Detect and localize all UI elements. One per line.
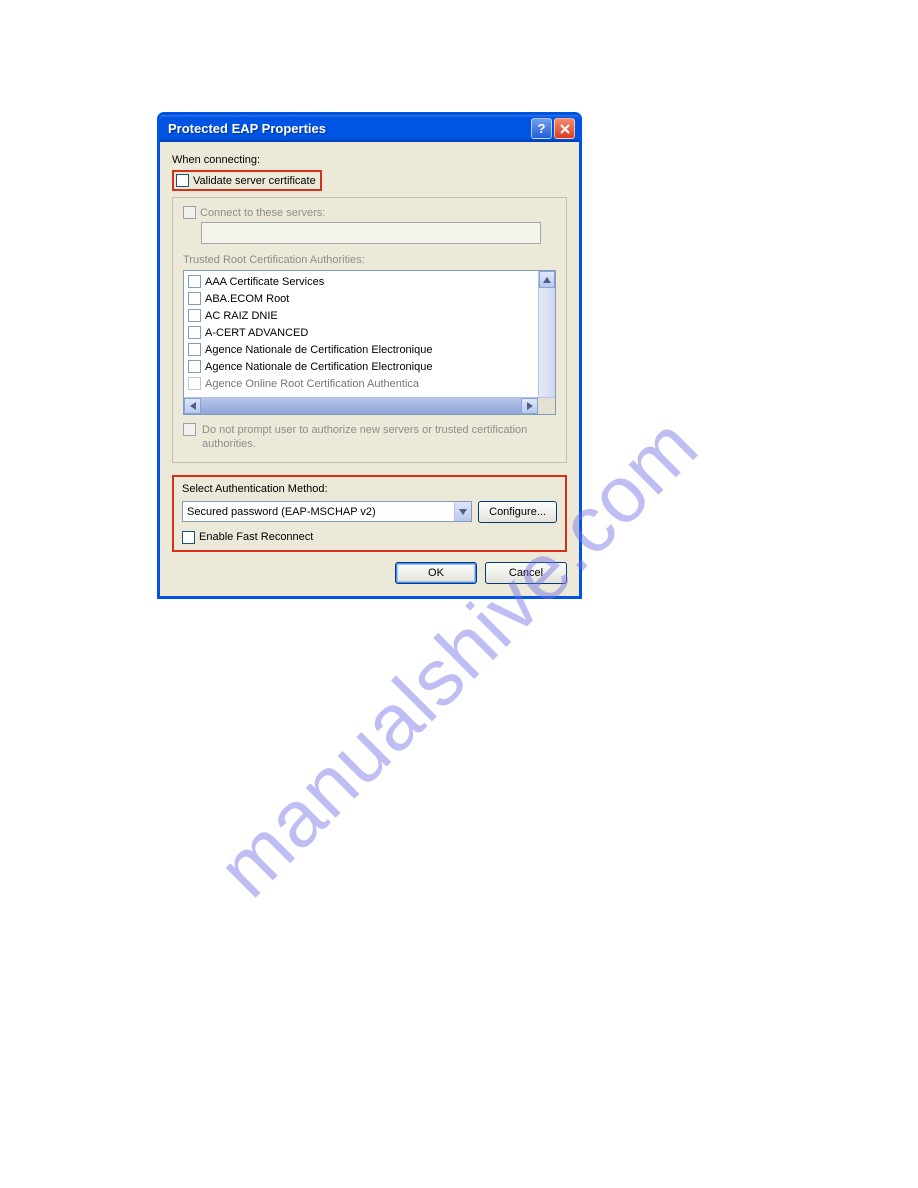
cert-label: ABA.ECOM Root [205, 293, 289, 305]
help-button[interactable]: ? [531, 118, 552, 139]
list-item[interactable]: AAA Certificate Services [188, 273, 555, 290]
cert-checkbox[interactable] [188, 343, 201, 356]
trusted-root-label: Trusted Root Certification Authorities: [183, 254, 556, 266]
dropdown-button[interactable] [454, 502, 471, 521]
when-connecting-label: When connecting: [172, 154, 567, 166]
auth-method-dropdown[interactable]: Secured password (EAP-MSCHAP v2) [182, 501, 472, 522]
scroll-right-button[interactable] [521, 398, 538, 414]
no-prompt-checkbox [183, 423, 196, 436]
titlebar-buttons: ? [531, 118, 575, 139]
cert-label: Agence Nationale de Certification Electr… [205, 344, 432, 356]
validate-cert-checkbox[interactable] [176, 174, 189, 187]
highlight-auth-method: Select Authentication Method: Secured pa… [172, 475, 567, 552]
list-item[interactable]: A-CERT ADVANCED [188, 324, 555, 341]
validate-cert-label: Validate server certificate [193, 175, 316, 187]
no-prompt-label: Do not prompt user to authorize new serv… [202, 423, 556, 452]
select-auth-label: Select Authentication Method: [182, 483, 557, 495]
cert-checkbox[interactable] [188, 326, 201, 339]
titlebar[interactable]: Protected EAP Properties ? [160, 115, 579, 142]
configure-button[interactable]: Configure... [478, 501, 557, 523]
close-button[interactable] [554, 118, 575, 139]
cert-label: Agence Online Root Certification Authent… [205, 378, 419, 390]
scrollbar-corner [538, 398, 555, 414]
dialog-body: When connecting: Validate server certifi… [160, 142, 579, 596]
hscroll-track[interactable] [201, 398, 521, 414]
chevron-right-icon [527, 402, 533, 410]
list-item[interactable]: Agence Online Root Certification Authent… [188, 375, 555, 392]
cancel-button[interactable]: Cancel [485, 562, 567, 584]
window-title: Protected EAP Properties [168, 121, 326, 136]
scroll-left-button[interactable] [184, 398, 201, 414]
cert-checkbox[interactable] [188, 275, 201, 288]
ok-button[interactable]: OK [395, 562, 477, 584]
dialog-buttons: OK Cancel [172, 562, 567, 584]
cert-checkbox[interactable] [188, 360, 201, 373]
connect-servers-checkbox [183, 206, 196, 219]
cert-checkbox[interactable] [188, 292, 201, 305]
list-item[interactable]: ABA.ECOM Root [188, 290, 555, 307]
fast-reconnect-checkbox[interactable] [182, 531, 195, 544]
vertical-scrollbar[interactable] [538, 271, 555, 414]
cert-authorities-listbox[interactable]: AAA Certificate Services ABA.ECOM Root A… [183, 270, 556, 415]
cert-checkbox[interactable] [188, 309, 201, 322]
scroll-up-button[interactable] [539, 271, 555, 288]
list-item[interactable]: AC RAIZ DNIE [188, 307, 555, 324]
list-item[interactable]: Agence Nationale de Certification Electr… [188, 358, 555, 375]
highlight-validate-cert: Validate server certificate [172, 170, 322, 191]
connect-servers-label: Connect to these servers: [200, 207, 325, 219]
close-icon [559, 123, 571, 135]
cert-label: AC RAIZ DNIE [205, 310, 278, 322]
fast-reconnect-label: Enable Fast Reconnect [199, 531, 313, 543]
cert-label: AAA Certificate Services [205, 276, 324, 288]
server-groupbox: Connect to these servers: Trusted Root C… [172, 197, 567, 463]
cert-checkbox[interactable] [188, 377, 201, 390]
auth-method-value: Secured password (EAP-MSCHAP v2) [187, 506, 376, 518]
cert-label: Agence Nationale de Certification Electr… [205, 361, 432, 373]
chevron-up-icon [543, 277, 551, 283]
servers-input [201, 222, 541, 244]
cert-label: A-CERT ADVANCED [205, 327, 308, 339]
dialog-window: Protected EAP Properties ? When connecti… [157, 112, 582, 599]
chevron-down-icon [459, 509, 467, 515]
list-item[interactable]: Agence Nationale de Certification Electr… [188, 341, 555, 358]
horizontal-scrollbar[interactable] [184, 397, 555, 414]
chevron-left-icon [190, 402, 196, 410]
